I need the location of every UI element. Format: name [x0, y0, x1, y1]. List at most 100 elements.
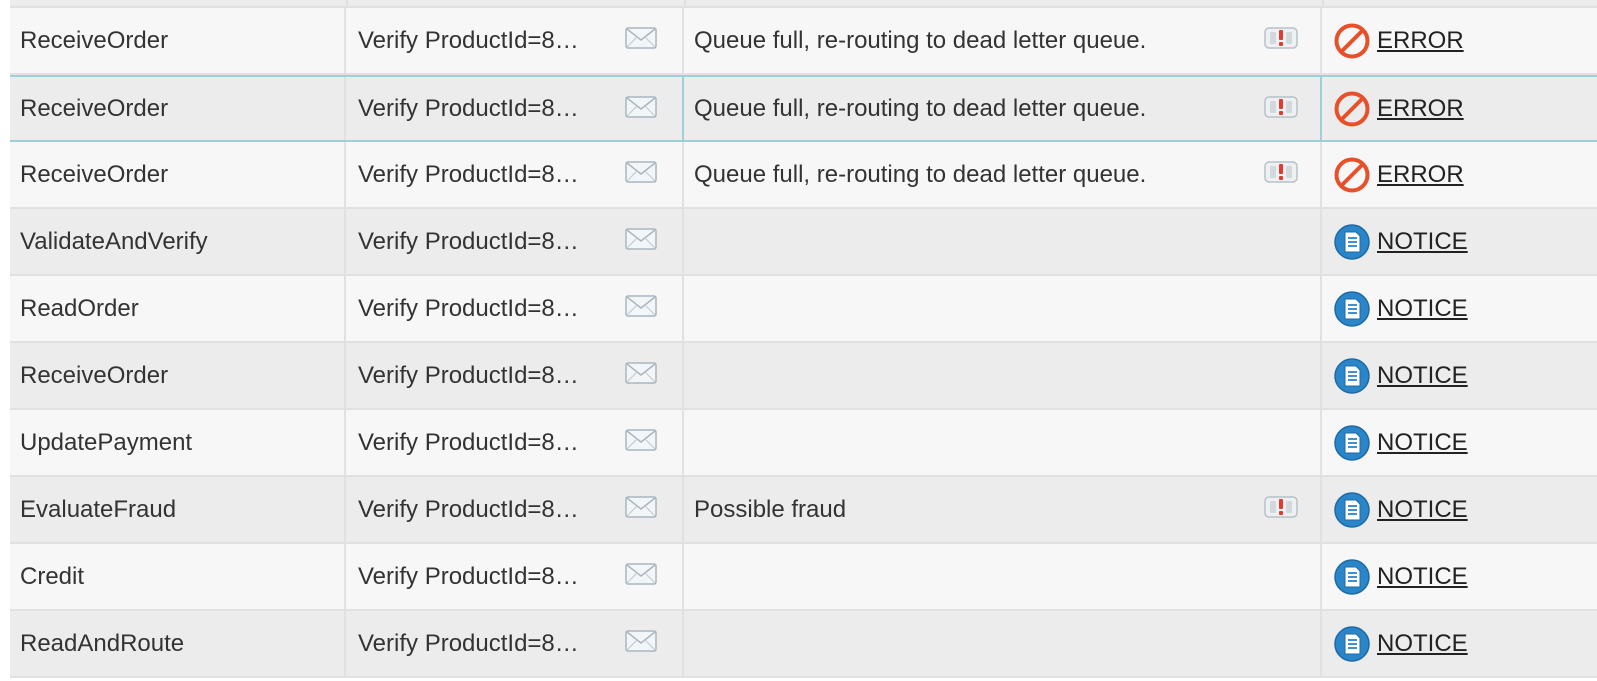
step-name: ReceiveOrder	[20, 361, 169, 389]
envelope-icon[interactable]	[625, 428, 657, 452]
message-text: Queue full, re-routing to dead letter qu…	[694, 26, 1147, 54]
message-cell	[684, 611, 1322, 676]
level-label[interactable]: NOTICE	[1377, 295, 1468, 323]
level-label[interactable]: ERROR	[1377, 95, 1464, 123]
envelope-icon[interactable]	[625, 629, 657, 653]
notice-icon	[1333, 558, 1371, 596]
message-text: Queue full, re-routing to dead letter qu…	[694, 160, 1147, 188]
step-name: Credit	[20, 562, 85, 590]
level-cell: NOTICE	[1322, 544, 1597, 609]
condition-text: Verify ProductId=8…	[358, 428, 579, 456]
condition-text: Verify ProductId=8…	[358, 94, 579, 122]
message-cell	[684, 343, 1322, 408]
notice-icon	[1333, 290, 1371, 328]
step-cell: ReadAndRoute	[10, 611, 346, 676]
level-label[interactable]: NOTICE	[1377, 362, 1468, 390]
level-link[interactable]: NOTICE	[1333, 290, 1468, 328]
level-label[interactable]: NOTICE	[1377, 630, 1468, 658]
step-cell: ReceiveOrder	[10, 343, 346, 408]
error-icon	[1333, 156, 1371, 194]
envelope-icon[interactable]	[625, 294, 657, 318]
step-name: ValidateAndVerify	[20, 227, 208, 255]
step-name: ReceiveOrder	[20, 26, 169, 54]
alert-icon[interactable]	[1264, 495, 1298, 519]
level-link[interactable]: NOTICE	[1333, 424, 1468, 462]
level-label[interactable]: ERROR	[1377, 27, 1464, 55]
level-link[interactable]: NOTICE	[1333, 558, 1468, 596]
notice-icon	[1333, 223, 1371, 261]
message-cell: Queue full, re-routing to dead letter qu…	[684, 142, 1322, 207]
level-label[interactable]: NOTICE	[1377, 429, 1468, 457]
message-cell: Queue full, re-routing to dead letter qu…	[684, 8, 1322, 73]
step-name: ReceiveOrder	[20, 94, 169, 122]
level-link[interactable]: NOTICE	[1333, 223, 1468, 261]
message-cell	[684, 276, 1322, 341]
condition-text: Verify ProductId=8…	[358, 294, 579, 322]
step-name: ReceiveOrder	[20, 160, 169, 188]
step-name: UpdatePayment	[20, 428, 193, 456]
level-cell: NOTICE	[1322, 209, 1597, 274]
level-cell: NOTICE	[1322, 477, 1597, 542]
step-name: ReadOrder	[20, 294, 139, 322]
notice-icon	[1333, 491, 1371, 529]
notice-icon	[1333, 424, 1371, 462]
step-cell: ReadOrder	[10, 276, 346, 341]
level-label[interactable]: NOTICE	[1377, 563, 1468, 591]
message-text: Queue full, re-routing to dead letter qu…	[694, 94, 1147, 122]
alert-icon[interactable]	[1264, 26, 1298, 50]
table-row[interactable]: ReceiveOrder Verify ProductId=8… NOTICE	[10, 343, 1597, 410]
level-cell: ERROR	[1322, 142, 1597, 207]
alert-icon[interactable]	[1264, 160, 1298, 184]
table-row[interactable]: ReadAndRoute Verify ProductId=8… NOTICE	[10, 611, 1597, 678]
level-label[interactable]: NOTICE	[1377, 496, 1468, 524]
level-cell: NOTICE	[1322, 410, 1597, 475]
step-cell: ValidateAndVerify	[10, 209, 346, 274]
level-label[interactable]: NOTICE	[1377, 228, 1468, 256]
level-link[interactable]: ERROR	[1333, 156, 1464, 194]
error-icon	[1333, 90, 1371, 128]
condition-text: Verify ProductId=8…	[358, 562, 579, 590]
message-cell	[684, 209, 1322, 274]
level-label[interactable]: ERROR	[1377, 161, 1464, 189]
step-cell: ReceiveOrder	[10, 8, 346, 73]
table-row[interactable]: ReceiveOrder Verify ProductId=8… Queue f…	[10, 8, 1597, 75]
level-cell: ERROR	[1322, 77, 1597, 140]
message-cell: Possible fraud	[684, 477, 1322, 542]
condition-text: Verify ProductId=8…	[358, 629, 579, 657]
table-row[interactable]: ReceiveOrder Verify ProductId=8… Queue f…	[10, 142, 1597, 209]
table-row[interactable]: ReadOrder Verify ProductId=8… NOTICE	[10, 276, 1597, 343]
level-link[interactable]: NOTICE	[1333, 625, 1468, 663]
error-icon	[1333, 22, 1371, 60]
step-cell: Credit	[10, 544, 346, 609]
level-cell: ERROR	[1322, 8, 1597, 73]
step-name: ReadAndRoute	[20, 629, 185, 657]
envelope-icon[interactable]	[625, 562, 657, 586]
level-link[interactable]: NOTICE	[1333, 491, 1468, 529]
condition-text: Verify ProductId=8…	[358, 160, 579, 188]
envelope-icon[interactable]	[625, 227, 657, 251]
envelope-icon[interactable]	[625, 361, 657, 385]
envelope-icon[interactable]	[625, 95, 657, 119]
message-text: Possible fraud	[694, 495, 847, 523]
envelope-icon[interactable]	[625, 160, 657, 184]
notice-icon	[1333, 357, 1371, 395]
log-grid: ReceiveOrder Verify ProductId=8… Queue f…	[0, 0, 1597, 681]
condition-text: Verify ProductId=8…	[358, 227, 579, 255]
envelope-icon[interactable]	[625, 26, 657, 50]
level-cell: NOTICE	[1322, 276, 1597, 341]
message-cell: Queue full, re-routing to dead letter qu…	[684, 77, 1322, 140]
step-name: EvaluateFraud	[20, 495, 177, 523]
alert-icon[interactable]	[1264, 95, 1298, 119]
notice-icon	[1333, 625, 1371, 663]
level-link[interactable]: NOTICE	[1333, 357, 1468, 395]
table-row[interactable]: UpdatePayment Verify ProductId=8… NOTICE	[10, 410, 1597, 477]
level-link[interactable]: ERROR	[1333, 22, 1464, 60]
step-cell: ReceiveOrder	[10, 77, 346, 140]
table-row[interactable]: ReceiveOrder Verify ProductId=8… Queue f…	[10, 75, 1597, 142]
step-cell: ReceiveOrder	[10, 142, 346, 207]
level-link[interactable]: ERROR	[1333, 90, 1464, 128]
table-row[interactable]: EvaluateFraud Verify ProductId=8… Possib…	[10, 477, 1597, 544]
envelope-icon[interactable]	[625, 495, 657, 519]
table-row[interactable]: ValidateAndVerify Verify ProductId=8… NO…	[10, 209, 1597, 276]
table-row[interactable]: Credit Verify ProductId=8… NOTICE	[10, 544, 1597, 611]
